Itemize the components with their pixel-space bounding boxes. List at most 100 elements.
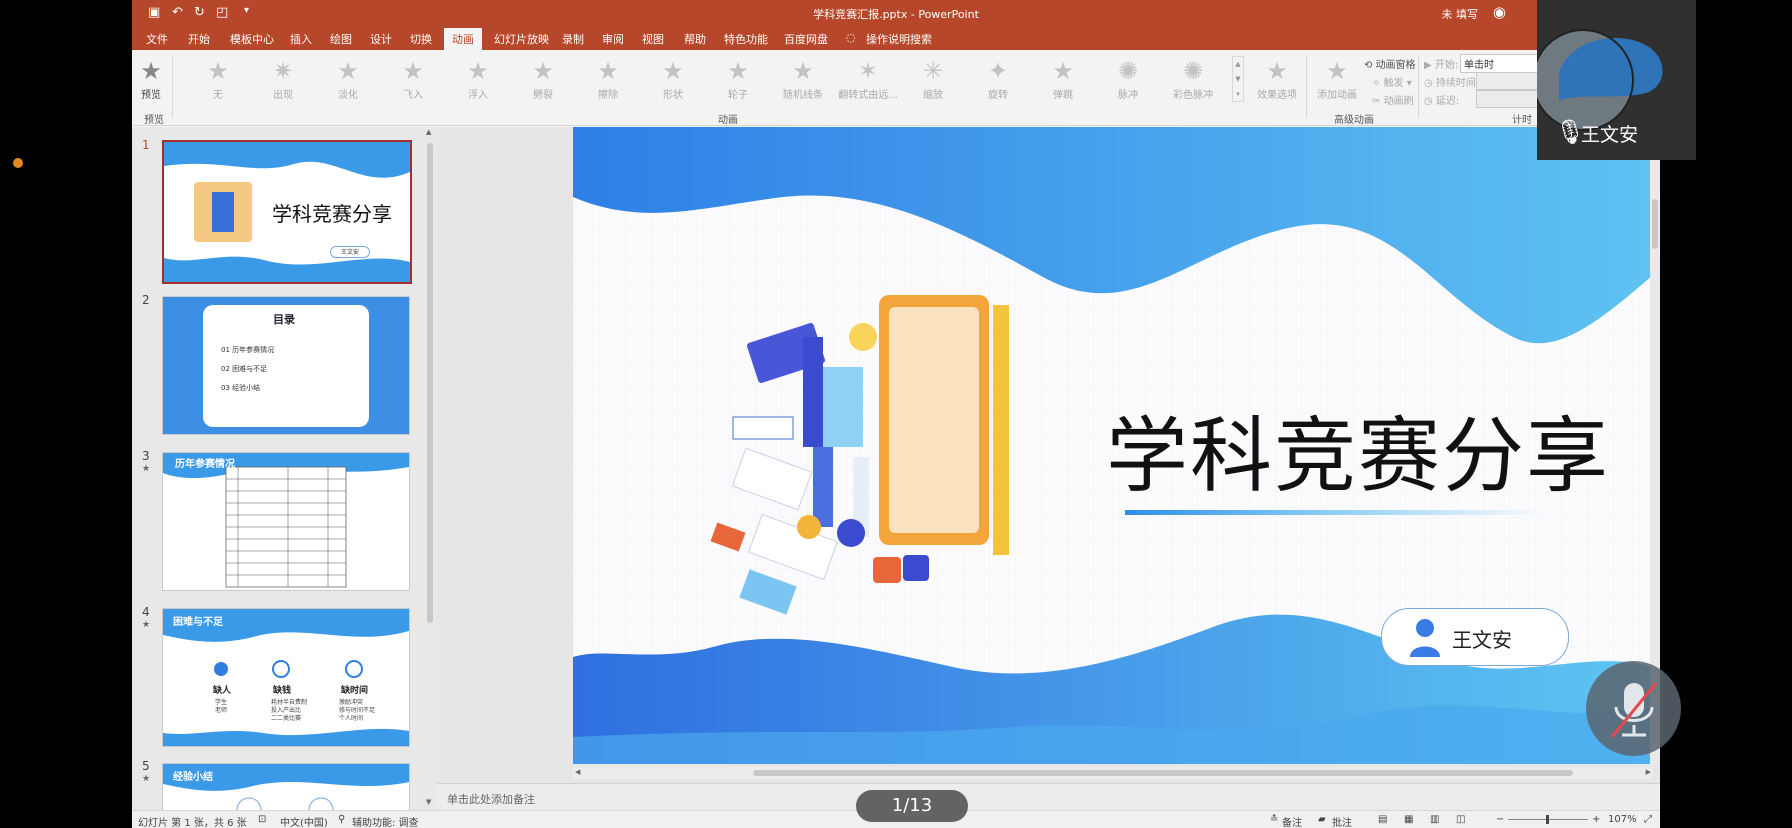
anim-color-pulse[interactable]: ✺ 彩色脉冲	[1161, 58, 1225, 101]
anim-wipe[interactable]: ★ 擦除	[576, 58, 640, 101]
tab-help[interactable]: 帮助	[684, 31, 706, 47]
lightbulb-icon: ◌	[846, 31, 856, 44]
notes-toggle[interactable]: 备注	[1282, 814, 1302, 828]
scroll-thumb[interactable]	[427, 143, 433, 623]
slide-thumbnail-4[interactable]: 困难与不足 缺人 缺钱 缺时间 学生 老师 耗材半自费制 投入产出比 二二类比赛…	[162, 608, 410, 747]
anim-appear[interactable]: ✷ 出现	[251, 58, 315, 101]
fit-to-window-icon[interactable]: ⤢	[1644, 814, 1652, 825]
anim-fly-in[interactable]: ★ 飞入	[381, 58, 445, 101]
thumbnail-scrollbar[interactable]: ▲ ▼	[424, 127, 436, 810]
star-icon: ★	[532, 57, 554, 85]
star-icon: ✶	[857, 57, 879, 85]
menu-bar: 文件 开始 模板中心 插入 绘图 设计 切换 动画 幻灯片放映 录制 审阅 视图…	[132, 26, 1660, 52]
anim-fade[interactable]: ★ 淡化	[316, 58, 380, 101]
effect-options-button[interactable]: ★ 效果选项	[1250, 58, 1304, 101]
star-icon: ★	[1266, 57, 1288, 85]
start-label: ▶ 开始:	[1424, 60, 1459, 71]
notes-pane[interactable]: 单击此处添加备注	[437, 783, 1660, 810]
tab-file[interactable]: 文件	[146, 31, 168, 47]
tab-review[interactable]: 审阅	[602, 31, 624, 47]
star-icon: ★	[402, 57, 424, 85]
horizontal-scrollbar[interactable]: ◀ ▶	[573, 767, 1653, 779]
anim-none[interactable]: ★ 无	[186, 58, 250, 101]
thumb4-col2-text: 耗材半自费制 投入产出比 二二类比赛	[271, 699, 308, 722]
scroll-up-icon[interactable]: ▲	[426, 128, 431, 136]
slide-canvas[interactable]: 学科竞赛分享 王文安	[573, 127, 1653, 764]
tab-baidu-netdisk[interactable]: 百度网盘	[784, 31, 828, 47]
ribbon-divider	[172, 56, 173, 118]
tab-template-center[interactable]: 模板中心	[230, 31, 274, 47]
tab-record[interactable]: 录制	[562, 31, 584, 47]
thumb2-title: 目录	[273, 313, 295, 326]
tab-transitions[interactable]: 切换	[410, 31, 432, 47]
star-icon: ★	[727, 57, 749, 85]
anim-split[interactable]: ★ 劈裂	[511, 58, 575, 101]
normal-view-icon[interactable]: ▤	[1378, 814, 1387, 825]
accessibility-status[interactable]: 辅助功能: 调查	[352, 814, 419, 828]
group-animation-label: 动画	[718, 115, 738, 126]
anim-swivel[interactable]: ✦ 旋转	[966, 58, 1030, 101]
anim-wheel[interactable]: ★ 轮子	[706, 58, 770, 101]
slideshow-icon[interactable]: ◫	[1456, 814, 1465, 825]
trigger-button[interactable]: ✧ 触发 ▾	[1372, 74, 1412, 89]
thumb2-item-1: 01 历年参赛情况	[221, 346, 275, 354]
tab-insert[interactable]: 插入	[290, 31, 312, 47]
ribbon-divider	[1418, 56, 1419, 118]
star-icon: ★	[662, 57, 684, 85]
language-indicator[interactable]: 中文(中国)	[280, 814, 328, 828]
thumb2-item-2: 02 困难与不足	[221, 365, 268, 373]
slide-title[interactable]: 学科竞赛分享	[1106, 389, 1610, 508]
anim-float-in[interactable]: ★ 浮入	[446, 58, 510, 101]
add-animation-button[interactable]: ★ 添加动画	[1310, 58, 1364, 101]
preview-button[interactable]: ★ 预览	[132, 58, 170, 101]
slide-thumbnail-2[interactable]: 目录 01 历年参赛情况 02 困难与不足 03 经验小结	[162, 296, 410, 435]
delay-label: ◷ 延迟:	[1424, 96, 1460, 107]
tab-animations[interactable]: 动画	[444, 28, 482, 52]
mute-microphone-button[interactable]	[1586, 661, 1681, 756]
account-icon[interactable]: ◉	[1493, 3, 1506, 21]
spellcheck-icon[interactable]: ⊡	[258, 814, 266, 825]
slide-thumbnail-3[interactable]: 历年参赛情况	[162, 452, 410, 591]
scroll-left-icon[interactable]: ◀	[575, 768, 580, 776]
zoom-level[interactable]: 107%	[1608, 814, 1637, 825]
presenter-badge[interactable]: 王文安	[1381, 608, 1569, 666]
animation-star-icon: ★	[142, 620, 151, 630]
delay-input[interactable]	[1476, 90, 1540, 108]
gallery-scroll[interactable]: ▲ ▼ ▾	[1232, 56, 1244, 102]
scroll-thumb[interactable]	[1652, 199, 1658, 249]
scroll-thumb[interactable]	[753, 770, 1573, 776]
tell-me-search[interactable]: 操作说明搜索	[866, 31, 932, 47]
animation-pane-button[interactable]: ⟲ 动画窗格	[1364, 56, 1416, 71]
tab-home[interactable]: 开始	[188, 31, 210, 47]
tab-draw[interactable]: 绘图	[330, 31, 352, 47]
login-status[interactable]: 未 填写	[1442, 6, 1479, 22]
animation-painter-button[interactable]: ✂ 动画刷	[1372, 92, 1414, 107]
anim-zoom[interactable]: ✳ 缩放	[901, 58, 965, 101]
anim-grow-turn[interactable]: ✶ 翻转式由远...	[836, 58, 900, 101]
tab-special-features[interactable]: 特色功能	[724, 31, 768, 47]
scroll-down-icon[interactable]: ▼	[426, 798, 431, 806]
reading-view-icon[interactable]: ▥	[1430, 814, 1439, 825]
comments-toggle[interactable]: 批注	[1332, 814, 1352, 828]
anim-pulse[interactable]: ✺ 脉冲	[1096, 58, 1160, 101]
thumb3-title: 历年参赛情况	[175, 459, 235, 470]
animation-star-icon: ★	[142, 774, 151, 784]
pane-icon: ⟲	[1364, 60, 1376, 71]
zoom-slider-thumb[interactable]	[1546, 815, 1549, 824]
duration-input[interactable]	[1476, 72, 1540, 90]
anim-bounce[interactable]: ★ 弹跳	[1031, 58, 1095, 101]
slide-sorter-icon[interactable]: ▦	[1404, 814, 1413, 825]
tab-design[interactable]: 设计	[370, 31, 392, 47]
anim-shape[interactable]: ★ 形状	[641, 58, 705, 101]
scroll-right-icon[interactable]: ▶	[1646, 768, 1651, 776]
slide-thumbnail-5[interactable]: 经验小结	[162, 763, 410, 815]
slide-thumbnail-1[interactable]: 学科竞赛分享 王文安	[162, 140, 412, 284]
anim-random-bars[interactable]: ★ 随机线条	[771, 58, 835, 101]
thumb4-title: 困难与不足	[173, 617, 223, 628]
start-dropdown[interactable]: 单击时	[1460, 54, 1540, 73]
zoom-in-icon[interactable]: +	[1592, 814, 1600, 825]
clock-icon: ◷	[1424, 78, 1436, 89]
tab-slideshow[interactable]: 幻灯片放映	[494, 31, 549, 47]
zoom-out-icon[interactable]: −	[1496, 814, 1504, 825]
tab-view[interactable]: 视图	[642, 31, 664, 47]
